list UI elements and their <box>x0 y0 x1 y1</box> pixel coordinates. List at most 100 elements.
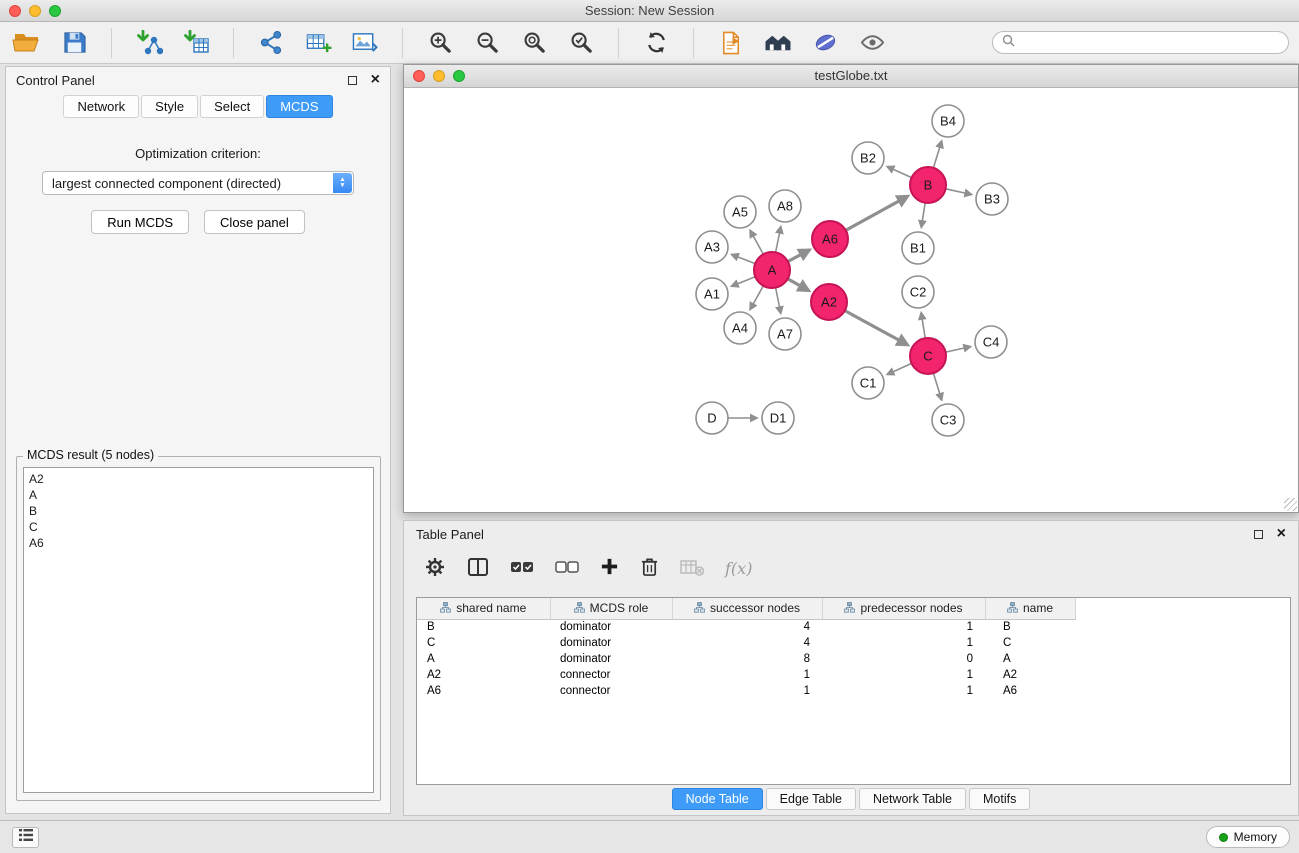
memory-button[interactable]: Memory <box>1206 826 1290 848</box>
edge-B-B2[interactable] <box>887 167 911 178</box>
float-panel-icon[interactable] <box>348 76 357 85</box>
column-header-MCDS-role[interactable]: MCDS role <box>550 598 672 619</box>
tab-select[interactable]: Select <box>200 95 264 118</box>
tab-node-table[interactable]: Node Table <box>672 788 763 810</box>
graph-node-C1[interactable]: C1 <box>852 367 884 399</box>
column-header-shared-name[interactable]: shared name <box>417 598 550 619</box>
table-options-button[interactable] <box>424 556 446 581</box>
minimize-window-button[interactable] <box>29 5 41 17</box>
graph-node-D1[interactable]: D1 <box>762 402 794 434</box>
edge-C-C1[interactable] <box>887 363 911 374</box>
table-row[interactable]: Adominator80A <box>417 651 1075 667</box>
home-button[interactable] <box>761 26 795 60</box>
graph-node-A1[interactable]: A1 <box>696 278 728 310</box>
deselect-all-button[interactable] <box>555 559 579 578</box>
optimization-select[interactable]: largest connected component (directed) ▲… <box>42 171 354 195</box>
graph-node-B1[interactable]: B1 <box>902 232 934 264</box>
network-svg[interactable]: A A1 A2 A3 A4 A5 A6 A7 A8 B B1 B2 B3 B4 C C1 C2 C3 C4 D D1 <box>404 88 1298 511</box>
table-row[interactable]: Bdominator41B <box>417 619 1075 635</box>
graph-node-B4[interactable]: B4 <box>932 105 964 137</box>
import-table-button[interactable] <box>179 26 213 60</box>
column-header-predecessor-nodes[interactable]: predecessor nodes <box>822 598 985 619</box>
add-entry-button[interactable] <box>600 557 619 579</box>
edge-A-A1[interactable] <box>732 277 756 287</box>
select-all-button[interactable] <box>510 559 534 578</box>
save-button[interactable] <box>57 26 91 60</box>
graph-node-C[interactable]: C <box>910 338 946 374</box>
mcds-result-list[interactable]: A2ABCA6 <box>23 467 374 793</box>
graph-node-B2[interactable]: B2 <box>852 142 884 174</box>
refresh-button[interactable] <box>639 26 673 60</box>
result-list-item[interactable]: B <box>29 503 368 519</box>
tab-edge-table[interactable]: Edge Table <box>766 788 856 810</box>
result-list-item[interactable]: C <box>29 519 368 535</box>
eye-button[interactable] <box>855 26 889 60</box>
graph-node-A[interactable]: A <box>754 252 790 288</box>
new-network-button[interactable] <box>254 26 288 60</box>
graph-node-A8[interactable]: A8 <box>769 190 801 222</box>
edge-B-B4[interactable] <box>933 141 941 168</box>
export-image-button[interactable] <box>348 26 382 60</box>
delete-entry-button[interactable] <box>640 556 659 580</box>
graph-node-A3[interactable]: A3 <box>696 231 728 263</box>
graph-node-A7[interactable]: A7 <box>769 318 801 350</box>
graph-node-A5[interactable]: A5 <box>724 196 756 228</box>
close-panel-button[interactable]: Close panel <box>204 210 305 234</box>
edge-A-A7[interactable] <box>776 288 781 314</box>
result-list-item[interactable]: A6 <box>29 535 368 551</box>
export-document-button[interactable] <box>714 26 748 60</box>
graph-node-A4[interactable]: A4 <box>724 312 756 344</box>
edge-C-C4[interactable] <box>946 347 971 353</box>
table-row[interactable]: A2connector11A2 <box>417 667 1075 683</box>
edge-A-A8[interactable] <box>776 227 781 253</box>
graph-node-B3[interactable]: B3 <box>976 183 1008 215</box>
search-box[interactable] <box>992 31 1289 54</box>
edge-A-A3[interactable] <box>732 255 756 264</box>
graph-node-A2[interactable]: A2 <box>811 284 847 320</box>
function-builder-button[interactable]: f(x) <box>725 559 752 578</box>
close-panel-icon[interactable]: × <box>371 72 380 88</box>
table-row[interactable]: Cdominator41C <box>417 635 1075 651</box>
column-header-name[interactable]: name <box>985 598 1075 619</box>
result-list-item[interactable]: A <box>29 487 368 503</box>
close-window-button[interactable] <box>9 5 21 17</box>
edge-B-B3[interactable] <box>946 189 972 195</box>
edge-A-A4[interactable] <box>750 286 763 310</box>
graph-node-C3[interactable]: C3 <box>932 404 964 436</box>
tab-network[interactable]: Network <box>63 95 139 118</box>
zoom-fit-button[interactable] <box>517 26 551 60</box>
show-column-button[interactable] <box>467 557 489 580</box>
table-row[interactable]: A6connector11A6 <box>417 683 1075 699</box>
run-mcds-button[interactable]: Run MCDS <box>91 210 189 234</box>
close-network-window-button[interactable] <box>413 70 425 82</box>
import-network-button[interactable] <box>132 26 166 60</box>
tab-mcds[interactable]: MCDS <box>266 95 332 118</box>
zoom-selected-button[interactable] <box>564 26 598 60</box>
zoom-in-button[interactable] <box>423 26 457 60</box>
edge-A2-C[interactable] <box>845 311 908 345</box>
graph-node-C4[interactable]: C4 <box>975 326 1007 358</box>
edge-B-B1[interactable] <box>921 203 925 228</box>
edge-A6-B[interactable] <box>846 196 908 230</box>
graph-node-B[interactable]: B <box>910 167 946 203</box>
edge-A-A2[interactable] <box>788 279 809 291</box>
resize-grip[interactable] <box>1284 498 1297 511</box>
close-table-panel-icon[interactable]: × <box>1277 526 1286 542</box>
search-input[interactable] <box>1021 36 1279 50</box>
zoom-network-window-button[interactable] <box>453 70 465 82</box>
edge-C-C3[interactable] <box>933 373 941 400</box>
graph-node-A6[interactable]: A6 <box>812 221 848 257</box>
zoom-window-button[interactable] <box>49 5 61 17</box>
graph-node-D[interactable]: D <box>696 402 728 434</box>
style-brush-button[interactable] <box>808 26 842 60</box>
delete-table-button[interactable] <box>680 557 704 580</box>
minimize-network-window-button[interactable] <box>433 70 445 82</box>
float-table-panel-icon[interactable] <box>1254 530 1263 539</box>
tab-style[interactable]: Style <box>141 95 198 118</box>
tab-network-table[interactable]: Network Table <box>859 788 966 810</box>
edge-A-A6[interactable] <box>788 250 810 262</box>
edge-C-C2[interactable] <box>921 313 925 339</box>
edge-A-A5[interactable] <box>750 230 763 254</box>
result-list-item[interactable]: A2 <box>29 471 368 487</box>
graph-node-C2[interactable]: C2 <box>902 276 934 308</box>
